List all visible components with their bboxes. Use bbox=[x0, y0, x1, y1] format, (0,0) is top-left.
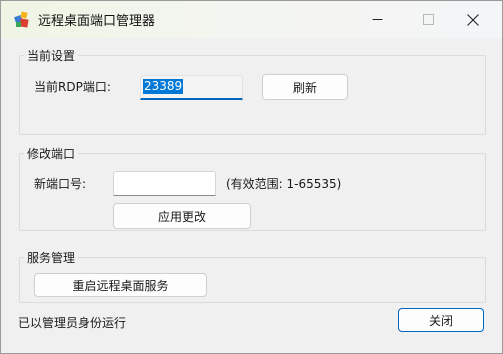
close-button-label: 关闭 bbox=[428, 313, 453, 328]
apply-changes-button-label: 应用更改 bbox=[157, 209, 206, 224]
refresh-button[interactable]: 刷新 bbox=[262, 74, 348, 100]
new-port-input[interactable] bbox=[113, 171, 216, 196]
app-window: 远程桌面端口管理器 当前设置 当前RDP端口: 23389 刷新 修改端口 新端… bbox=[0, 0, 503, 354]
new-port-label: 新端口号: bbox=[34, 177, 87, 191]
close-button[interactable]: 关闭 bbox=[398, 308, 484, 332]
modify-port-group bbox=[19, 153, 486, 231]
minimize-button[interactable] bbox=[354, 1, 400, 38]
window-title: 远程桌面端口管理器 bbox=[38, 14, 156, 29]
restart-rdp-service-button-label: 重启远程桌面服务 bbox=[72, 278, 169, 293]
current-port-value: 23389 bbox=[143, 79, 184, 94]
restart-rdp-service-button[interactable]: 重启远程桌面服务 bbox=[34, 273, 207, 297]
maximize-icon bbox=[422, 14, 434, 25]
admin-status-text: 已以管理员身份运行 bbox=[18, 316, 127, 330]
service-group-label: 服务管理 bbox=[24, 251, 79, 265]
title-bar[interactable]: 远程桌面端口管理器 bbox=[1, 1, 502, 38]
current-settings-group-label: 当前设置 bbox=[24, 49, 79, 63]
maximize-button[interactable] bbox=[405, 1, 451, 38]
close-window-button[interactable] bbox=[450, 1, 496, 38]
app-icon bbox=[14, 10, 30, 28]
current-settings-group bbox=[19, 55, 486, 135]
modify-port-group-label: 修改端口 bbox=[24, 147, 79, 161]
port-range-hint: (有效范围: 1-65535) bbox=[226, 177, 342, 191]
current-port-field[interactable]: 23389 bbox=[140, 75, 243, 100]
minimize-icon bbox=[372, 14, 383, 25]
close-icon bbox=[467, 13, 479, 26]
refresh-button-label: 刷新 bbox=[292, 80, 317, 95]
current-port-label: 当前RDP端口: bbox=[34, 80, 111, 94]
apply-changes-button[interactable]: 应用更改 bbox=[113, 203, 251, 229]
